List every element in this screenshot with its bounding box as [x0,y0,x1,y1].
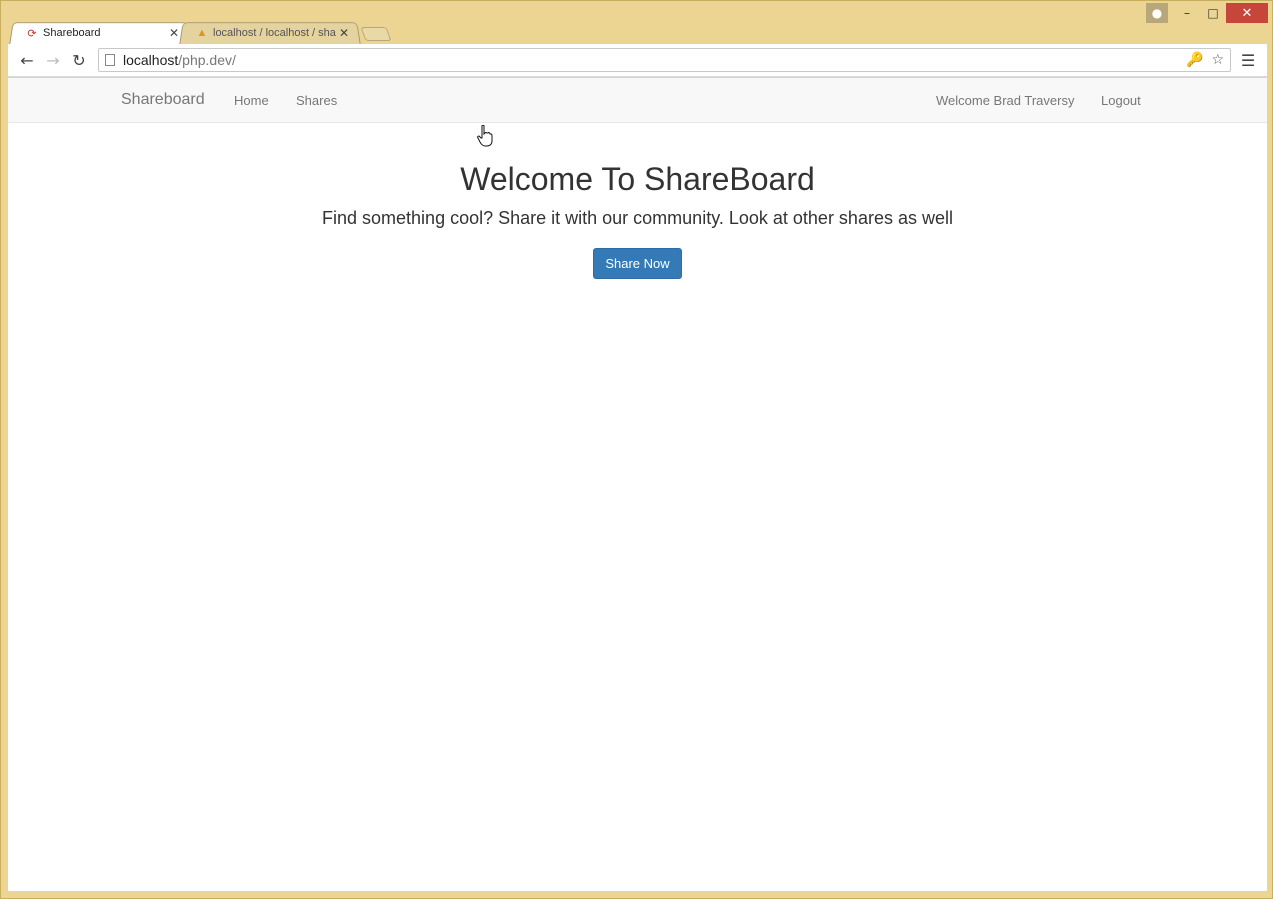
new-tab-button[interactable] [360,27,392,41]
maximize-icon[interactable]: □ [1200,3,1226,23]
browser-window: ● – □ ✕ ⟳ Shareboard ✕ ▲ localhost / loc… [0,0,1273,899]
nav-shares-link[interactable]: Shares [296,93,337,108]
navbar-brand[interactable]: Shareboard [121,91,205,109]
hand-cursor-icon [477,125,493,147]
tab-strip: ⟳ Shareboard ✕ ▲ localhost / localhost /… [9,22,392,45]
shareboard-logo-icon: ⟳ [27,27,37,40]
tab-title: Shareboard [43,27,101,39]
tab-shareboard[interactable]: ⟳ Shareboard ✕ [9,22,191,45]
page-icon [105,54,115,66]
user-profile-icon[interactable]: ● [1146,3,1168,23]
tab-phpmyadmin[interactable]: ▲ localhost / localhost / sha ✕ [179,22,361,45]
forward-arrow-icon[interactable]: → [40,47,66,73]
phpmyadmin-icon: ▲ [196,27,208,39]
bookmark-star-icon[interactable]: ☆ [1211,52,1224,68]
hero-section: Welcome To ShareBoard Find something coo… [8,160,1267,279]
reload-icon[interactable]: ↻ [66,47,92,73]
site-navbar: Shareboard Home Shares Welcome Brad Trav… [8,78,1267,123]
tab-title: localhost / localhost / sha [213,27,336,39]
hero-title: Welcome To ShareBoard [460,161,815,197]
minimize-icon[interactable]: – [1174,3,1200,23]
nav-logout-link[interactable]: Logout [1101,93,1141,108]
url-path: /php.dev/ [178,52,236,68]
close-tab-icon[interactable]: ✕ [169,26,179,40]
share-now-button[interactable]: Share Now [593,248,682,279]
menu-icon[interactable]: ☰ [1235,47,1261,73]
close-window-icon[interactable]: ✕ [1226,3,1268,23]
close-tab-icon[interactable]: ✕ [339,26,349,40]
key-icon[interactable]: 🔑 [1186,52,1203,68]
browser-toolbar: ← → ↻ localhost/php.dev/ 🔑 ☆ ☰ [8,44,1267,77]
hero-subtitle: Find something cool? Share it with our c… [322,208,953,228]
nav-welcome-user[interactable]: Welcome Brad Traversy [936,93,1074,108]
page-viewport: Shareboard Home Shares Welcome Brad Trav… [8,78,1267,891]
nav-home-link[interactable]: Home [234,93,269,108]
url-host: localhost [123,52,179,68]
window-controls: ● – □ ✕ [1146,3,1268,23]
back-arrow-icon[interactable]: ← [14,47,40,73]
address-bar[interactable]: localhost/php.dev/ 🔑 ☆ [98,48,1231,72]
